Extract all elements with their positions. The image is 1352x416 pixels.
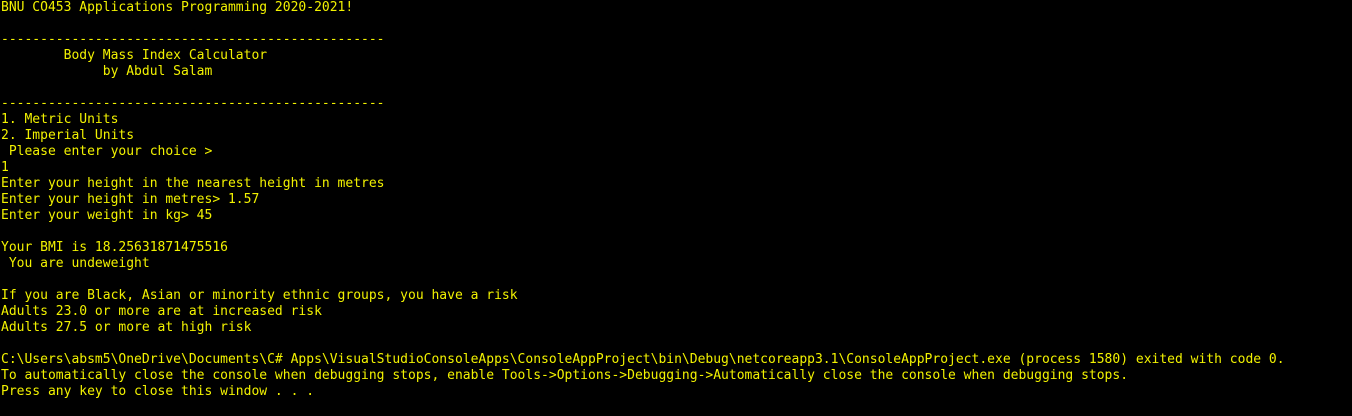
separator-line: ----------------------------------------… <box>1 96 385 111</box>
height-instruction: Enter your height in the nearest height … <box>1 176 385 191</box>
risk-increased: Adults 23.0 or more are at increased ris… <box>1 304 322 319</box>
bmi-category: You are undeweight <box>1 256 150 271</box>
risk-high: Adults 27.5 or more at high risk <box>1 320 252 335</box>
header-title-line: BNU CO453 Applications Programming 2020-… <box>1 0 354 15</box>
process-exit-message: C:\Users\absm5\OneDrive\Documents\C# App… <box>1 352 1285 367</box>
menu-option-imperial: 2. Imperial Units <box>1 128 135 143</box>
separator-line: ----------------------------------------… <box>1 32 385 47</box>
height-prompt: Enter your height in metres> 1.57 <box>1 192 260 207</box>
weight-prompt: Enter your weight in kg> 45 <box>1 208 213 223</box>
risk-notice: If you are Black, Asian or minority ethn… <box>1 288 518 303</box>
choice-prompt: Please enter your choice > <box>1 144 213 159</box>
bmi-result: Your BMI is 18.25631871475516 <box>1 240 228 255</box>
debug-close-hint: To automatically close the console when … <box>1 368 1129 383</box>
app-title-line: Body Mass Index Calculator <box>1 48 268 63</box>
console-window[interactable]: BNU CO453 Applications Programming 2020-… <box>0 0 1352 416</box>
author-line: by Abdul Salam <box>1 64 213 79</box>
menu-option-metric: 1. Metric Units <box>1 112 119 127</box>
choice-input: 1 <box>1 160 9 175</box>
press-any-key-prompt: Press any key to close this window . . . <box>1 384 315 399</box>
